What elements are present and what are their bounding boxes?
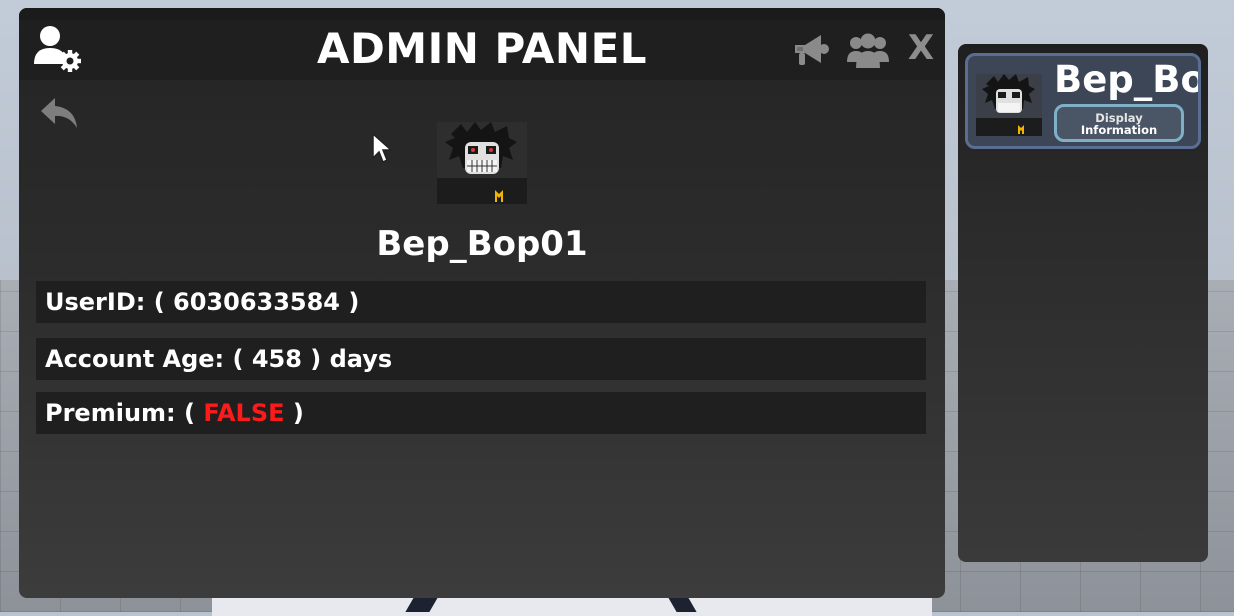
card-avatar-image xyxy=(976,74,1042,136)
premium-suffix: ) xyxy=(284,399,304,427)
player-card-name: Bep_Bop xyxy=(1054,58,1198,101)
premium-label: Premium: ( xyxy=(45,399,204,427)
account-age-suffix: ) days xyxy=(301,345,393,373)
mouse-cursor-icon xyxy=(372,132,393,164)
back-arrow-icon[interactable] xyxy=(39,94,81,132)
admin-panel: ADMIN PANEL X Bep_Bop01 UserID: (603063… xyxy=(19,8,945,598)
user-id-value: 6030633584 xyxy=(173,288,341,316)
group-icon[interactable] xyxy=(847,32,889,70)
user-id-label: UserID: ( xyxy=(45,288,174,316)
avatar-image xyxy=(437,122,527,204)
user-id-row: UserID: ( 6030633584 ) xyxy=(36,281,926,323)
account-age-row: Account Age: ( 458 ) days xyxy=(36,338,926,380)
title-bar: ADMIN PANEL X xyxy=(19,8,945,80)
player-card[interactable]: Bep_Bop Display Information xyxy=(965,53,1201,149)
player-card-avatar xyxy=(976,74,1042,136)
player-name: Bep_Bop01 xyxy=(376,224,588,264)
megaphone-icon[interactable] xyxy=(791,30,831,70)
player-avatar xyxy=(437,122,527,204)
account-age-value: 458 xyxy=(251,345,302,373)
title-bar-strip xyxy=(19,8,945,20)
player-list-panel: Bep_Bop Display Information xyxy=(958,44,1208,562)
account-age-label: Account Age: ( xyxy=(45,345,252,373)
premium-row: Premium: ( FALSE ) xyxy=(36,392,926,434)
close-button[interactable]: X xyxy=(904,28,938,68)
display-information-button[interactable]: Display Information xyxy=(1054,104,1184,142)
display-button-line2: Information xyxy=(1080,123,1158,137)
spawn-pad xyxy=(212,596,932,616)
premium-value: FALSE xyxy=(203,399,285,427)
user-id-suffix: ) xyxy=(340,288,360,316)
